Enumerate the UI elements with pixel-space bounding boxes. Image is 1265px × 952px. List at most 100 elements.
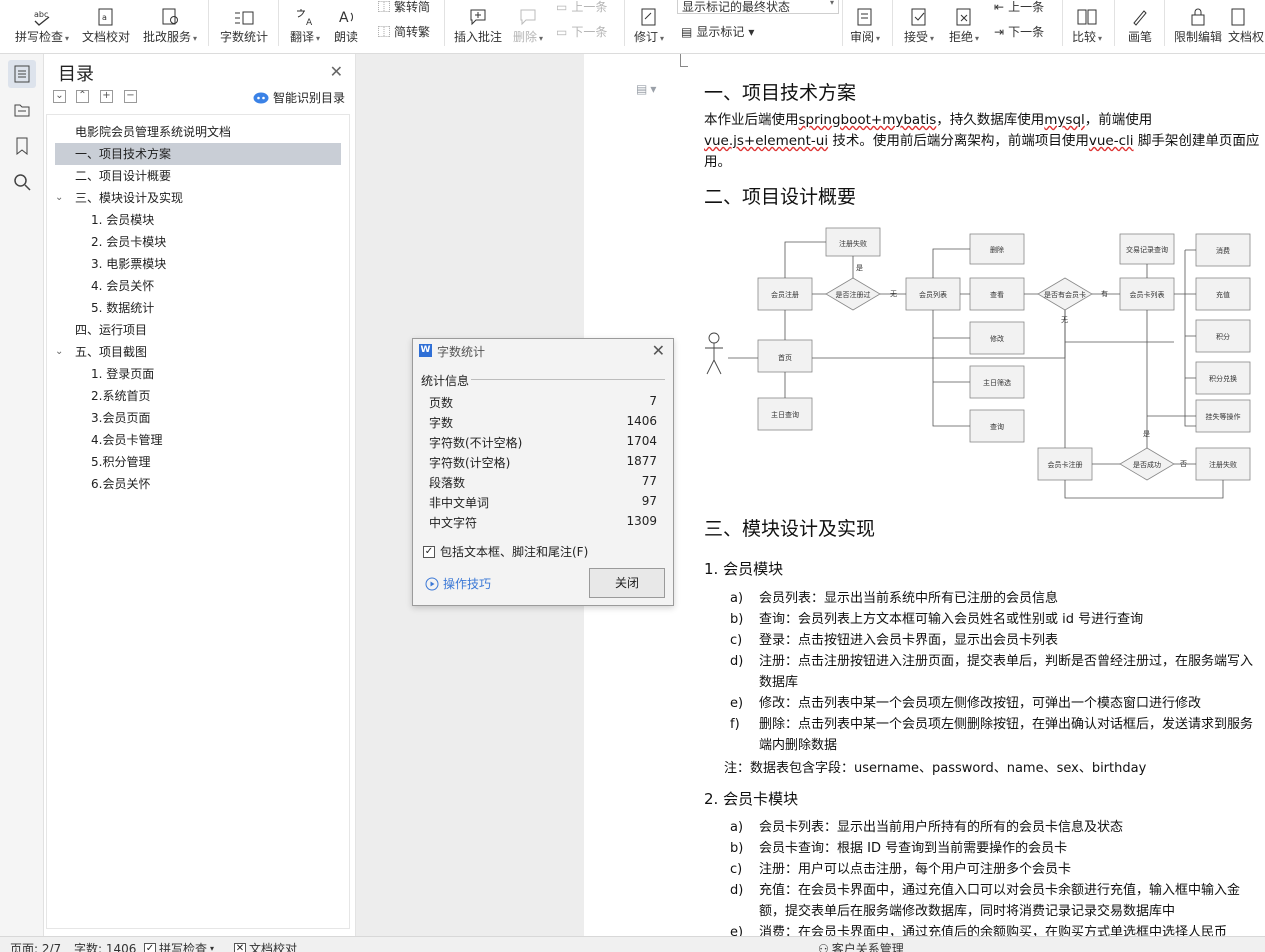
search-icon [14, 174, 31, 191]
expand-up-icon[interactable]: ⌃ [76, 90, 89, 103]
minus-icon[interactable]: − [124, 90, 137, 103]
word-count-icon [235, 11, 254, 25]
subheading: 2. 会员卡模块 [704, 790, 799, 808]
spell-check-label: 拼写检查 [14, 30, 63, 44]
toc-panel-button[interactable] [8, 60, 36, 88]
toc-item-group[interactable]: ⌄ 五、项目截图 [47, 341, 347, 363]
list-item: e) 消费：在会员卡界面中，通过充值后的余额购买，在购买方式单选框中选择人民币 [730, 922, 1260, 936]
toc-item[interactable]: 3. 电影票模块 [91, 253, 166, 275]
review-button[interactable]: 审阅 ▾ [846, 0, 884, 44]
toc-item[interactable]: 4. 会员关怀 [91, 275, 154, 297]
list-item: e) 修改：点击列表中某一个会员项左侧修改按钮，可弹出一个模态窗口进行修改 [730, 693, 1260, 714]
list-marker: a) [730, 591, 744, 606]
bookmark-panel-button[interactable] [8, 132, 36, 160]
page-options-icon[interactable]: ▤ ▾ [636, 82, 656, 97]
markup-state-select[interactable]: 显示标记的最终状态 ▾ [677, 0, 839, 14]
document-page[interactable]: ▤ ▾ 一、项目技术方案 本作业后端使用springboot+mybatis，持… [584, 54, 1265, 936]
word-count-indicator[interactable]: 字数: 1406 [74, 940, 136, 952]
toc-item-selected[interactable]: 一、项目技术方案 [55, 143, 341, 165]
reject-label: 拒绝 [948, 30, 973, 44]
spell-check-button[interactable]: abc 拼写检查 ▾ [12, 0, 72, 44]
accept-button[interactable]: 接受 ▾ [900, 0, 938, 44]
toc-item[interactable]: 2. 会员卡模块 [91, 231, 166, 253]
revise-button[interactable]: 修订 ▾ [630, 0, 668, 44]
delete-comment-button[interactable]: 删除 ▾ [510, 0, 546, 44]
diagram-label: 会员卡注册 [1048, 460, 1083, 469]
diagram-label: 交易记录查询 [1126, 245, 1168, 254]
toc-item[interactable]: 2.系统首页 [91, 385, 150, 407]
word-count-button[interactable]: 字数统计 [216, 0, 272, 44]
stat-value: 1704 [626, 434, 657, 448]
page-indicator[interactable]: 页面: 2/7 [10, 940, 61, 952]
simp-to-trad-button[interactable]: ⿰简转繁 [378, 23, 430, 40]
text-run: 本作业后端使用 [704, 112, 799, 128]
list-marker: e) [730, 696, 744, 711]
delete-comment-icon [520, 9, 536, 26]
show-markup-button[interactable]: ▤ 显示标记 ▾ [681, 23, 754, 40]
compare-button[interactable]: 比较 ▾ [1068, 0, 1106, 44]
reject-button[interactable]: 拒绝 ▾ [944, 0, 984, 44]
chapter-panel-button[interactable] [8, 96, 36, 124]
toc-item[interactable]: 6.会员关怀 [91, 473, 150, 495]
plus-icon[interactable]: + [100, 90, 113, 103]
prev-change-button[interactable]: ⇤ 上一条 [994, 0, 1044, 15]
toc-item[interactable]: 3.会员页面 [91, 407, 150, 429]
connector [932, 248, 970, 427]
toc-item[interactable]: 5. 数据统计 [91, 297, 154, 319]
chevron-down-icon[interactable]: ⌄ [55, 341, 63, 363]
toc-item[interactable]: 4.会员卡管理 [91, 429, 162, 451]
toc-item-label: 三、模块设计及实现 [75, 191, 184, 205]
restrict-edit-button[interactable]: 限制编辑 [1170, 0, 1226, 44]
heading-2: 二、项目设计概要 [704, 186, 857, 208]
next-change-button[interactable]: ⇥ 下一条 [994, 23, 1044, 40]
close-button[interactable]: 关闭 [589, 568, 665, 598]
doc-proof-status[interactable]: ✕ 文档校对 [234, 940, 297, 952]
diagram-label: 会员注册 [771, 290, 799, 299]
collapse-all-icon[interactable]: ⌄ [53, 90, 66, 103]
doc-proof-button[interactable]: a 文档校对 [80, 0, 132, 44]
ink-button[interactable]: 画笔 [1120, 0, 1160, 44]
prev-change-icon: ⇤ [994, 0, 1005, 14]
crm-status[interactable]: ⚇ 客户关系管理 [818, 940, 904, 952]
toc-item[interactable]: 电影院会员管理系统说明文档 [75, 121, 231, 143]
stat-label: 字数 [429, 416, 454, 430]
delete-comment-label: 删除 [512, 30, 537, 44]
margin-marker [680, 54, 681, 66]
close-icon[interactable]: ✕ [330, 62, 343, 81]
list-text: 删除：点击列表中某一个会员项左侧删除按钮，在弹出确认对话框后，发送请求到服务端内… [759, 717, 1254, 753]
review-service-button[interactable]: 批改服务 ▾ [140, 0, 200, 44]
smart-toc-button[interactable]: 智能识别目录 [253, 89, 345, 106]
revise-label: 修订 [633, 30, 658, 44]
close-icon[interactable]: ✕ [652, 341, 665, 360]
trad-to-simp-button[interactable]: ⿰繁转简 [378, 0, 430, 15]
doc-rights-button[interactable]: 文档权 [1228, 0, 1265, 44]
list-text: 会员卡列表：显示出当前用户所持有的所有的会员卡信息及状态 [759, 820, 1124, 835]
toc-item[interactable]: 1. 会员模块 [91, 209, 154, 231]
tips-link[interactable]: 操作技巧 [425, 575, 491, 592]
search-panel-button[interactable] [8, 168, 36, 196]
translate-button[interactable]: A 翻译 ▾ [286, 0, 324, 44]
toc-item-group[interactable]: ⌄ 三、模块设计及实现 [47, 187, 347, 209]
ribbon-toolbar: abc 拼写检查 ▾ a 文档校对 批改服务 ▾ 字数统计 A 翻译 ▾ A 朗读 ⿰… [0, 0, 1265, 54]
toc-item[interactable]: 二、项目设计概要 [75, 165, 171, 187]
stat-row: 字数 1406 [429, 414, 657, 434]
next-comment-button[interactable]: ▭ 下一条 [556, 23, 607, 40]
insert-comment-button[interactable]: 插入批注 [452, 0, 504, 44]
accept-icon [911, 8, 926, 26]
toc-item[interactable]: 1. 登录页面 [91, 363, 154, 385]
checkbox-checked-icon[interactable]: ✓ [423, 545, 435, 558]
toc-item[interactable]: 5.积分管理 [91, 451, 150, 473]
list-item: c) 登录：点击按钮进入会员卡界面，显示出会员卡列表 [730, 630, 1260, 651]
chevron-down-icon[interactable]: ⌄ [55, 187, 63, 209]
include-footnotes-checkbox[interactable]: ✓ 包括文本框、脚注和尾注(F) [423, 543, 588, 560]
section-label: 统计信息 [421, 374, 470, 388]
ribbon-separator [1062, 0, 1063, 46]
list-item: a) 会员卡列表：显示出当前用户所持有的所有的会员卡信息及状态 [730, 817, 1260, 838]
review-icon [857, 8, 872, 26]
heading-3: 三、模块设计及实现 [704, 518, 876, 540]
spell-check-status[interactable]: ✓ 拼写检查 ▾ [144, 940, 214, 952]
bookmark-icon [16, 137, 28, 155]
toc-item[interactable]: 四、运行项目 [75, 319, 147, 341]
read-aloud-button[interactable]: A 朗读 [330, 0, 362, 44]
prev-comment-button[interactable]: ▭ 上一条 [556, 0, 607, 15]
